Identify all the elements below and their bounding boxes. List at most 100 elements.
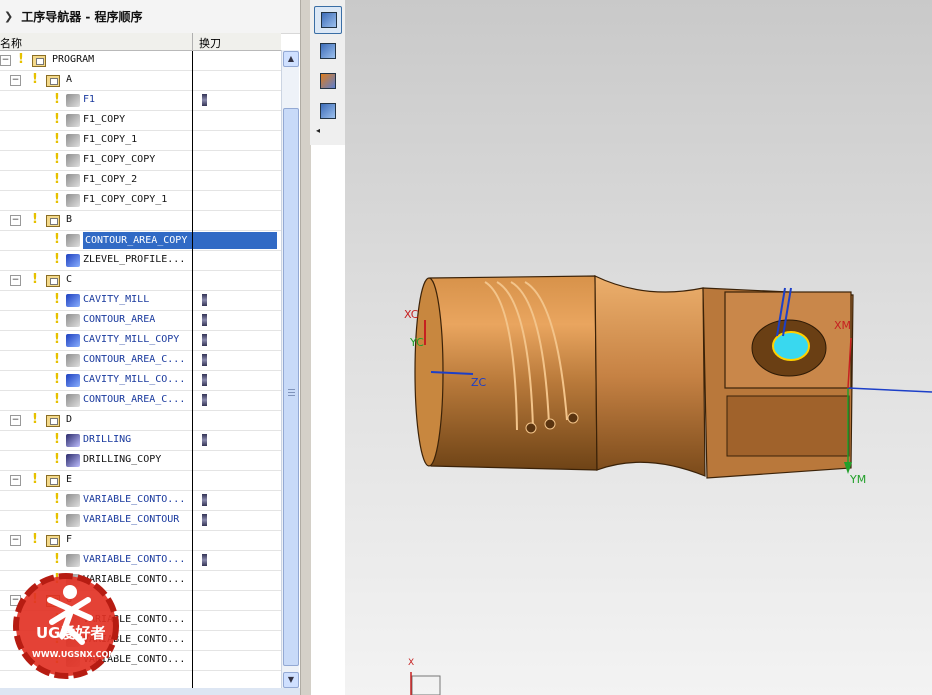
tree-item-label[interactable]: VARIABLE_CONTO... [83,554,185,565]
tree-operation-row[interactable]: ! CAVITY_MILL_COPY [0,331,281,351]
tree-item-label[interactable]: CONTOUR_AREA [83,314,155,325]
program-group-icon [46,75,60,87]
tree-item-label[interactable]: D [66,414,72,425]
mill-operation-icon [66,194,80,207]
status-bulb-icon: ! [54,392,60,407]
tree-operation-row[interactable]: ! CONTOUR_AREA [0,311,281,331]
geometry-view-button[interactable] [314,68,340,94]
status-bulb-icon: ! [54,132,60,147]
tree-item-label[interactable]: F1_COPY_COPY_1 [83,194,167,205]
tree-group-row[interactable]: −! B [0,211,281,231]
tree-operation-row[interactable]: ! F1_COPY_COPY_1 [0,191,281,211]
column-header-tool-change[interactable]: 换刀 [199,35,221,51]
status-bulb-icon: ! [54,492,60,507]
tree-operation-row[interactable]: ! F1_COPY_COPY [0,151,281,171]
tree-item-label[interactable]: VARIABLE_CONTO... [83,494,185,505]
horizontal-scrollbar[interactable] [0,688,300,695]
tree-operation-row[interactable]: ! F1 [0,91,281,111]
drilling-operation-icon [66,454,80,467]
tree-group-row[interactable]: −! C [0,271,281,291]
tree-operation-row[interactable]: ! VARIABLE_CONTOUR [0,511,281,531]
collapse-arrow-icon[interactable]: ◂ [316,126,320,135]
tree-operation-row[interactable]: ! CONTOUR_AREA_COPY [0,231,281,251]
tree-operation-row[interactable]: ! DRILLING [0,431,281,451]
vertical-scrollbar[interactable]: ▲ ▼ [281,50,299,691]
tool-change-icon [202,514,207,526]
tree-item-label[interactable]: VARIABLE_CONTOUR [83,514,179,525]
tree-item-label[interactable]: CAVITY_MILL_COPY [83,334,179,345]
tree-operation-row[interactable]: ! CAVITY_MILL_CO... [0,371,281,391]
tool-change-icon [202,494,207,506]
status-bulb-icon: ! [54,172,60,187]
tree-item-label[interactable]: CONTOUR_AREA_COPY [83,232,277,249]
tree-item-label[interactable]: PROGRAM [52,54,94,65]
tree-item-label[interactable]: CONTOUR_AREA_C... [83,394,185,405]
tree-operation-row[interactable]: ! F1_COPY_1 [0,131,281,151]
tool-change-icon [202,354,207,366]
tree-item-label[interactable]: F1 [83,94,95,105]
tree-group-row[interactable]: −! F [0,531,281,551]
tree-item-label[interactable]: ZLEVEL_PROFILE... [83,254,185,265]
watermark-brand: UG爱好者 [36,624,106,642]
tree-item-label[interactable]: DRILLING [83,434,131,445]
column-divider[interactable] [192,33,193,50]
tree-item-label[interactable]: DRILLING_COPY [83,454,161,465]
collapse-toggle-icon[interactable]: − [10,275,21,286]
tool-change-icon [202,94,207,106]
collapse-toggle-icon[interactable]: − [10,215,21,226]
axis-xm-line [847,387,932,393]
status-bulb-icon: ! [18,52,24,67]
mill-operation-icon [66,354,80,367]
graphics-viewport[interactable]: XC YC ZC XM YM X [345,0,932,695]
axis-label-xm: XM [834,319,852,332]
tree-item-label[interactable]: CONTOUR_AREA_C... [83,354,185,365]
scroll-down-button[interactable]: ▼ [283,672,299,688]
collapse-toggle-icon[interactable]: − [10,535,21,546]
collapse-toggle-icon[interactable]: − [0,55,11,66]
tree-group-row[interactable]: −! A [0,71,281,91]
mill-operation-icon [66,294,80,307]
part-model[interactable] [345,0,932,695]
axis-label-ym: YM [850,473,867,486]
tree-operation-row[interactable]: ! DRILLING_COPY [0,451,281,471]
tree-item-label[interactable]: A [66,74,72,85]
program-order-view-button[interactable] [314,6,342,34]
tree-item-label[interactable]: CAVITY_MILL [83,294,149,305]
tree-item-label[interactable]: E [66,474,72,485]
mill-operation-icon [66,234,80,247]
collapse-toggle-icon[interactable]: − [10,75,21,86]
machine-tool-view-button[interactable] [314,38,340,64]
tree-operation-row[interactable]: ! ZLEVEL_PROFILE... [0,251,281,271]
tree-operation-row[interactable]: ! F1_COPY [0,111,281,131]
tree-group-row[interactable]: −! D [0,411,281,431]
tree-group-row[interactable]: −! E [0,471,281,491]
tree-item-label[interactable]: F1_COPY_COPY [83,154,155,165]
machining-method-view-button[interactable] [314,98,340,124]
tree-operation-row[interactable]: ! CONTOUR_AREA_C... [0,391,281,411]
column-header-name[interactable]: 名称 [0,35,22,51]
tree-group-row[interactable]: −! PROGRAM [0,51,281,71]
status-bulb-icon: ! [54,552,60,567]
tree-item-label[interactable]: B [66,214,72,225]
tree-item-label[interactable]: F1_COPY_2 [83,174,137,185]
scroll-thumb[interactable] [283,108,299,666]
tree-operation-row[interactable]: ! CONTOUR_AREA_C... [0,351,281,371]
tree-item-label[interactable]: C [66,274,72,285]
tree-operation-row[interactable]: ! VARIABLE_CONTO... [0,491,281,511]
scroll-up-button[interactable]: ▲ [283,51,299,67]
collapse-toggle-icon[interactable]: − [10,475,21,486]
column-header: 名称 换刀 [0,33,281,51]
tree-operation-row[interactable]: ! VARIABLE_CONTO... [0,551,281,571]
tree-item-label[interactable]: F [66,534,72,545]
mill-operation-icon [66,314,80,327]
collapse-toggle-icon[interactable]: − [10,415,21,426]
tool-change-icon [202,374,207,386]
tree-item-label[interactable]: CAVITY_MILL_CO... [83,374,185,385]
tree-item-label[interactable]: F1_COPY [83,114,125,125]
pin-icon[interactable]: ❯ [4,10,13,23]
program-group-icon [46,535,60,547]
tree-operation-row[interactable]: ! CAVITY_MILL [0,291,281,311]
tree-operation-row[interactable]: ! F1_COPY_2 [0,171,281,191]
tool-change-icon [202,294,207,306]
tree-item-label[interactable]: F1_COPY_1 [83,134,137,145]
